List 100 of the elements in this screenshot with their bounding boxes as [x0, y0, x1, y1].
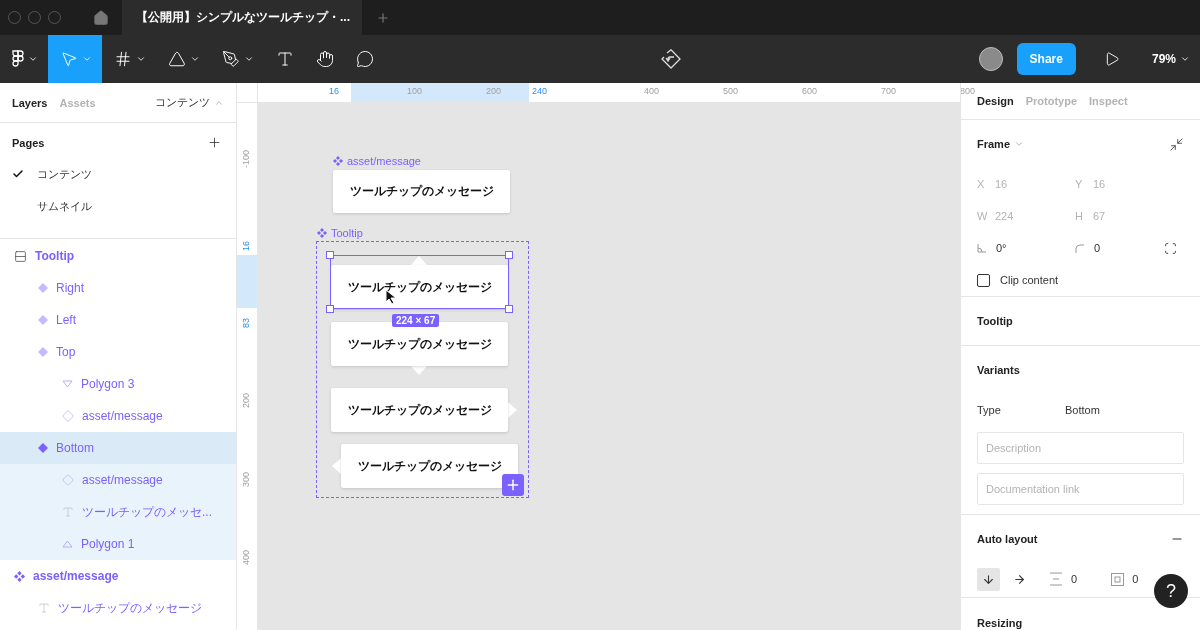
arrow-down-icon[interactable]: [982, 572, 995, 586]
page-menu[interactable]: コンテンツ: [155, 95, 224, 110]
size-label: 224 × 67: [392, 314, 440, 327]
layer-row[interactable]: Right: [0, 272, 236, 304]
text-icon[interactable]: [276, 50, 294, 68]
section-title: Variants: [977, 364, 1020, 376]
layer-row[interactable]: Tooltip: [0, 240, 236, 272]
ruler-label: 100: [407, 86, 423, 96]
diamond-icon: [38, 315, 48, 325]
chevron-down-icon[interactable]: [28, 54, 38, 64]
panel-tab[interactable]: Layers: [12, 96, 48, 109]
share-button[interactable]: Share: [1016, 43, 1076, 75]
tooltip-text: ツールチップのメッセージ: [347, 401, 492, 419]
component-label[interactable]: asset/message: [347, 155, 421, 167]
spacing-value[interactable]: 0: [1071, 573, 1078, 585]
chevron-down-icon[interactable]: [190, 54, 200, 64]
layer-row[interactable]: Polygon 1: [0, 528, 236, 560]
diamond-icon: [38, 443, 48, 453]
message-text: ツールチップのメッセージ: [349, 183, 494, 200]
layer-row[interactable]: ツールチップのメッセ...: [0, 496, 236, 528]
component-icon: [14, 570, 25, 582]
add-icon[interactable]: [207, 135, 222, 150]
layer-row[interactable]: Left: [0, 304, 236, 336]
angle-icon: [977, 243, 986, 253]
zoom-menu[interactable]: 79%: [1151, 52, 1190, 66]
property-value[interactable]: Bottom: [1065, 404, 1100, 416]
pen-icon[interactable]: [222, 50, 240, 68]
layer-row[interactable]: asset/message: [0, 464, 236, 496]
arrow-right-icon[interactable]: [1013, 572, 1026, 586]
chevron-down-icon[interactable]: [244, 54, 254, 64]
tooltip-text: ツールチップのメッセージ: [357, 457, 502, 475]
ruler-label: 300: [241, 471, 251, 487]
frame-icon[interactable]: [114, 50, 132, 68]
avatar[interactable]: [978, 47, 1003, 71]
resize-handle[interactable]: [326, 305, 334, 313]
diamond-icon: [38, 283, 48, 293]
help-button[interactable]: ?: [1154, 574, 1188, 608]
layer-row[interactable]: Bottom: [0, 432, 236, 464]
property-field[interactable]: X 16: [977, 168, 1075, 200]
ruler-label: 400: [644, 86, 660, 96]
collapse-icon[interactable]: [1169, 136, 1184, 152]
direction-button[interactable]: [977, 567, 1000, 591]
corner-radius-icon: [1075, 243, 1084, 253]
file-tab[interactable]: 【公開用】シンプルなツールチップ・...: [122, 0, 362, 35]
hand-icon[interactable]: [316, 50, 334, 68]
component-icon: [317, 228, 327, 238]
resize-handle[interactable]: [505, 305, 513, 313]
layer-row[interactable]: Polygon 3: [0, 368, 236, 400]
ruler-label: 500: [723, 86, 739, 96]
page-item[interactable]: サムネイル: [0, 190, 236, 222]
diamond-outline-icon: [62, 474, 74, 486]
page-item[interactable]: コンテンツ: [0, 158, 236, 190]
ruler-label: 16: [241, 241, 251, 251]
ruler-label: 200: [241, 392, 251, 408]
ruler-selection-band: [237, 255, 257, 308]
triangle-icon: [62, 540, 73, 548]
resize-handle[interactable]: [326, 251, 334, 259]
layer-row[interactable]: asset/message: [0, 560, 236, 592]
triangle-icon[interactable]: [168, 50, 186, 68]
triangle-down-icon: [62, 380, 73, 388]
radius-field[interactable]: 0: [1075, 232, 1164, 264]
home-icon[interactable]: [93, 9, 109, 26]
ruler-label: 240: [532, 86, 548, 96]
independent-corners-icon[interactable]: [1164, 241, 1177, 255]
chevron-down-icon[interactable]: [136, 54, 146, 64]
component-arrow-icon[interactable]: [661, 49, 682, 69]
component-set-label[interactable]: Tooltip: [331, 227, 363, 239]
padding-icon: [1111, 572, 1125, 586]
ruler-label: 700: [881, 86, 897, 96]
property-name: Type: [977, 404, 1002, 416]
section-title: Resizing: [977, 617, 1023, 629]
padding-value[interactable]: 0: [1132, 573, 1139, 585]
layer-row[interactable]: Top: [0, 336, 236, 368]
ruler-label: 600: [802, 86, 818, 96]
checkbox-label: Clip content: [1000, 274, 1059, 286]
layer-row[interactable]: ツールチップのメッセージ: [0, 592, 236, 624]
tooltip-text: ツールチップのメッセージ: [347, 335, 492, 353]
checkbox[interactable]: [977, 273, 990, 287]
section-title: Tooltip: [977, 315, 1013, 327]
ruler-label: 16: [329, 86, 339, 96]
resize-handle[interactable]: [505, 251, 513, 259]
tooltip-text: ツールチップのメッセージ: [347, 278, 492, 296]
diamond-icon: [38, 347, 48, 357]
rotation-field[interactable]: 0°: [977, 232, 1075, 264]
ruler-label: -100: [241, 150, 251, 168]
chevron-down-icon[interactable]: [1180, 54, 1190, 64]
diamond-outline-icon: [62, 410, 74, 422]
panel-tab[interactable]: Design: [977, 95, 1014, 107]
logo-icon[interactable]: [12, 50, 24, 68]
text-icon: [62, 506, 74, 518]
component-icon: [333, 156, 343, 166]
section-title[interactable]: Frame: [977, 138, 1025, 150]
text-icon: [38, 602, 50, 614]
layer-row[interactable]: asset/message: [0, 400, 236, 432]
property-field[interactable]: Y 16: [1075, 168, 1164, 200]
comment-icon[interactable]: [356, 50, 374, 68]
description-field[interactable]: Description: [977, 432, 1184, 464]
ruler-label: 200: [486, 86, 502, 96]
section-title: Auto layout: [977, 533, 1038, 545]
documentation-link-field[interactable]: Documentation link: [977, 473, 1184, 505]
